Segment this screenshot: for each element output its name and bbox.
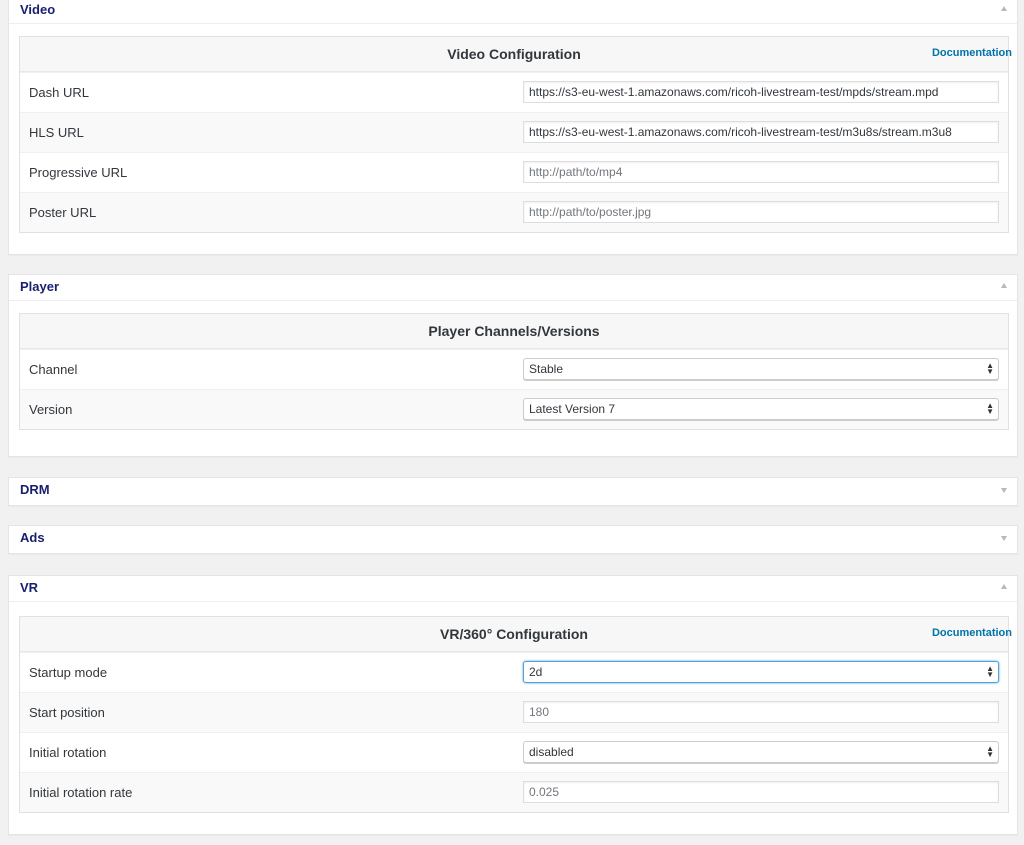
collapse-arrow-icon[interactable] xyxy=(1001,6,1007,11)
drm-metabox-title: DRM xyxy=(20,482,50,497)
select-arrows-icon: ▲ ▼ xyxy=(986,664,994,679)
dash-url-label: Dash URL xyxy=(29,85,89,100)
video-metabox: Video Video Configuration Documentation … xyxy=(8,0,1018,255)
channel-row: Channel Stable ▲ ▼ xyxy=(20,349,1008,389)
select-arrows-icon: ▲ ▼ xyxy=(986,744,994,759)
player-metabox: Player Player Channels/Versions Channel … xyxy=(8,274,1018,457)
video-config-title: Video Configuration xyxy=(447,46,581,62)
initial-rotation-rate-input[interactable]: 0.025 xyxy=(523,781,999,803)
initial-rotation-value: disabled xyxy=(529,745,574,759)
expand-arrow-icon[interactable] xyxy=(1001,488,1007,493)
hls-url-label: HLS URL xyxy=(29,125,84,140)
version-label: Version xyxy=(29,402,73,417)
initial-rotation-row: Initial rotation disabled ▲ ▼ xyxy=(20,732,1008,772)
hls-url-row: HLS URL https://s3-eu-west-1.amazonaws.c… xyxy=(20,112,1008,152)
ads-metabox-header[interactable]: Ads xyxy=(9,526,1017,551)
version-select-value: Latest Version 7 xyxy=(529,402,616,416)
vr-documentation-link[interactable]: Documentation xyxy=(932,627,1012,639)
dash-url-input[interactable]: https://s3-eu-west-1.amazonaws.com/ricoh… xyxy=(523,81,999,103)
vr-metabox-title: VR xyxy=(20,580,39,595)
vr-config-title: VR/360° Configuration xyxy=(440,626,588,642)
ads-metabox: Ads xyxy=(8,525,1018,554)
vr-metabox: VR VR/360° Configuration Documentation S… xyxy=(8,575,1018,835)
drm-metabox: DRM xyxy=(8,477,1018,506)
start-position-row: Start position 180 xyxy=(20,692,1008,732)
startup-mode-row: Startup mode 2d ▲ ▼ xyxy=(20,652,1008,692)
collapse-arrow-icon[interactable] xyxy=(1001,283,1007,288)
player-metabox-header[interactable]: Player xyxy=(9,275,1017,301)
vr-config-header: VR/360° Configuration Documentation xyxy=(20,617,1012,652)
select-arrows-icon: ▲ ▼ xyxy=(986,401,994,416)
progressive-url-row: Progressive URL http://path/to/mp4 xyxy=(20,152,1008,192)
player-config-panel: Player Channels/Versions Channel Stable … xyxy=(19,313,1009,430)
hls-url-input[interactable]: https://s3-eu-west-1.amazonaws.com/ricoh… xyxy=(523,121,999,143)
startup-mode-value: 2d xyxy=(529,665,543,679)
collapse-arrow-icon[interactable] xyxy=(1001,584,1007,589)
vr-metabox-header[interactable]: VR xyxy=(9,576,1017,602)
startup-mode-label: Startup mode xyxy=(29,665,108,680)
start-position-input[interactable]: 180 xyxy=(523,701,999,723)
player-metabox-title: Player xyxy=(20,279,60,294)
poster-url-label: Poster URL xyxy=(29,205,97,220)
video-config-header: Video Configuration Documentation xyxy=(20,37,1012,72)
initial-rotation-rate-label: Initial rotation rate xyxy=(29,785,133,800)
video-documentation-link[interactable]: Documentation xyxy=(932,47,1012,59)
startup-mode-select[interactable]: 2d ▲ ▼ xyxy=(523,661,999,683)
initial-rotation-rate-row: Initial rotation rate 0.025 xyxy=(20,772,1008,812)
version-row: Version Latest Version 7 ▲ ▼ xyxy=(20,389,1008,429)
initial-rotation-label: Initial rotation xyxy=(29,745,107,760)
channel-select[interactable]: Stable ▲ ▼ xyxy=(523,358,999,380)
video-metabox-header[interactable]: Video xyxy=(9,0,1017,24)
channel-label: Channel xyxy=(29,362,78,377)
video-config-panel: Video Configuration Documentation Dash U… xyxy=(19,36,1012,233)
vr-config-panel: VR/360° Configuration Documentation Star… xyxy=(19,616,1012,813)
drm-metabox-header[interactable]: DRM xyxy=(9,478,1017,503)
channel-select-value: Stable xyxy=(529,362,564,376)
progressive-url-label: Progressive URL xyxy=(29,165,128,180)
poster-url-input[interactable]: http://path/to/poster.jpg xyxy=(523,201,999,223)
expand-arrow-icon[interactable] xyxy=(1001,536,1007,541)
start-position-label: Start position xyxy=(29,705,105,720)
player-config-title: Player Channels/Versions xyxy=(428,323,600,339)
poster-url-row: Poster URL http://path/to/poster.jpg xyxy=(20,192,1008,232)
progressive-url-input[interactable]: http://path/to/mp4 xyxy=(523,161,999,183)
ads-metabox-title: Ads xyxy=(20,530,45,545)
initial-rotation-select[interactable]: disabled ▲ ▼ xyxy=(523,741,999,763)
video-metabox-title: Video xyxy=(20,2,56,17)
version-select[interactable]: Latest Version 7 ▲ ▼ xyxy=(523,398,999,420)
dash-url-row: Dash URL https://s3-eu-west-1.amazonaws.… xyxy=(20,72,1008,112)
select-arrows-icon: ▲ ▼ xyxy=(986,361,994,376)
player-config-header: Player Channels/Versions xyxy=(20,314,1008,349)
